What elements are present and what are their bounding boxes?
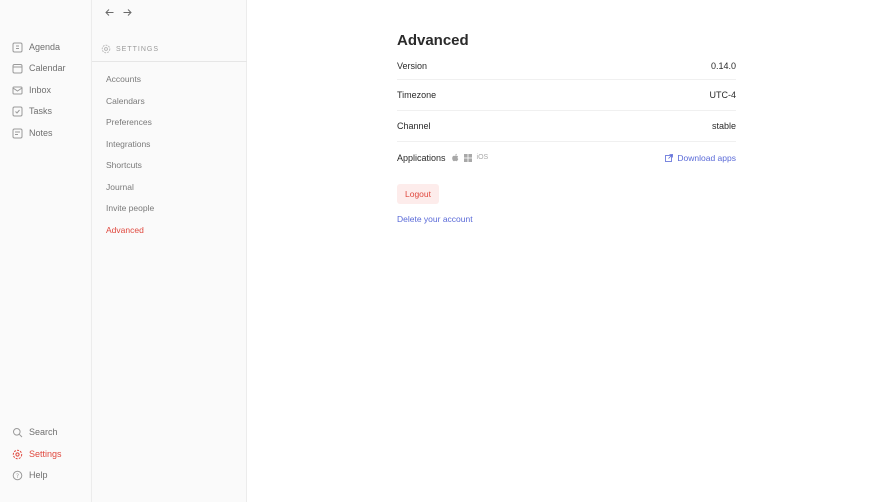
apple-icon (451, 153, 459, 162)
windows-icon (463, 153, 472, 162)
advanced-settings: Advanced Version 0.14.0 Timezone UTC-4 C… (397, 32, 736, 224)
download-apps-label: Download apps (677, 152, 736, 163)
nav-item-help[interactable]: ? Help (12, 466, 48, 484)
settings-item-invite-people[interactable]: Invite people (106, 203, 154, 213)
settings-gear-icon (101, 44, 111, 54)
version-row: Version 0.14.0 (397, 52, 736, 80)
nav-label-tasks: Tasks (29, 106, 53, 116)
nav-label-inbox: Inbox (29, 85, 52, 95)
settings-item-advanced[interactable]: Advanced (106, 225, 144, 235)
settings-item-calendars[interactable]: Calendars (106, 96, 145, 106)
applications-group: Applications iOS (397, 153, 488, 163)
search-icon (12, 427, 23, 438)
version-value: 0.14.0 (710, 60, 736, 71)
agenda-icon (12, 42, 23, 53)
tasks-icon (12, 106, 23, 117)
back-arrow-icon[interactable] (104, 7, 115, 18)
nav-item-settings[interactable]: Settings (12, 445, 62, 463)
inbox-icon (12, 85, 23, 96)
nav-item-tasks[interactable]: Tasks (12, 102, 52, 120)
settings-item-shortcuts[interactable]: Shortcuts (106, 160, 142, 170)
channel-value: stable (711, 121, 736, 131)
timezone-label: Timezone (397, 90, 437, 100)
settings-header-label: SETTINGS (116, 45, 160, 53)
ios-label: iOS (476, 154, 489, 161)
nav-label-agenda: Agenda (29, 42, 61, 52)
notes-icon (12, 128, 23, 139)
page-title: Advanced (397, 32, 469, 49)
settings-item-preferences[interactable]: Preferences (106, 117, 152, 127)
settings-item-journal[interactable]: Journal (106, 182, 134, 192)
nav-item-inbox[interactable]: Inbox (12, 81, 51, 99)
nav-item-agenda[interactable]: Agenda (12, 38, 60, 56)
download-apps-link[interactable]: Download apps (665, 153, 736, 163)
nav-item-calendar[interactable]: Calendar (12, 59, 66, 77)
history-nav (104, 7, 133, 18)
settings-divider (92, 61, 247, 62)
version-label: Version (397, 60, 428, 71)
applications-label: Applications (397, 152, 446, 163)
nav-label-calendar: Calendar (29, 63, 66, 73)
calendar-icon (12, 63, 23, 74)
logout-button[interactable]: Logout (397, 184, 439, 204)
channel-label: Channel (397, 121, 431, 131)
nav-label-search: Search (29, 427, 58, 437)
main-panel: Advanced Version 0.14.0 Timezone UTC-4 C… (247, 0, 885, 502)
delete-account-link[interactable]: Delete your account (397, 214, 736, 224)
external-link-icon (665, 153, 674, 162)
applications-row: Applications iOS Download apps (397, 142, 736, 173)
help-icon: ? (12, 470, 23, 481)
timezone-value: UTC-4 (709, 90, 737, 100)
nav-label-settings: Settings (29, 449, 62, 459)
nav-label-notes: Notes (29, 128, 53, 138)
settings-item-integrations[interactable]: Integrations (106, 139, 150, 149)
gear-icon (12, 449, 23, 460)
settings-header: SETTINGS (101, 44, 159, 54)
channel-row: Channel stable (397, 111, 736, 142)
nav-label-help: Help (29, 470, 48, 480)
nav-item-notes[interactable]: Notes (12, 124, 53, 142)
settings-sidebar: SETTINGS Accounts Calendars Preferences … (92, 0, 247, 502)
left-nav: Agenda Calendar Inbox Tasks Notes Search (0, 0, 92, 502)
settings-item-accounts[interactable]: Accounts (106, 74, 141, 84)
timezone-row: Timezone UTC-4 (397, 80, 736, 111)
svg-text:?: ? (16, 472, 19, 479)
forward-arrow-icon[interactable] (122, 7, 133, 18)
nav-item-search[interactable]: Search (12, 423, 58, 441)
